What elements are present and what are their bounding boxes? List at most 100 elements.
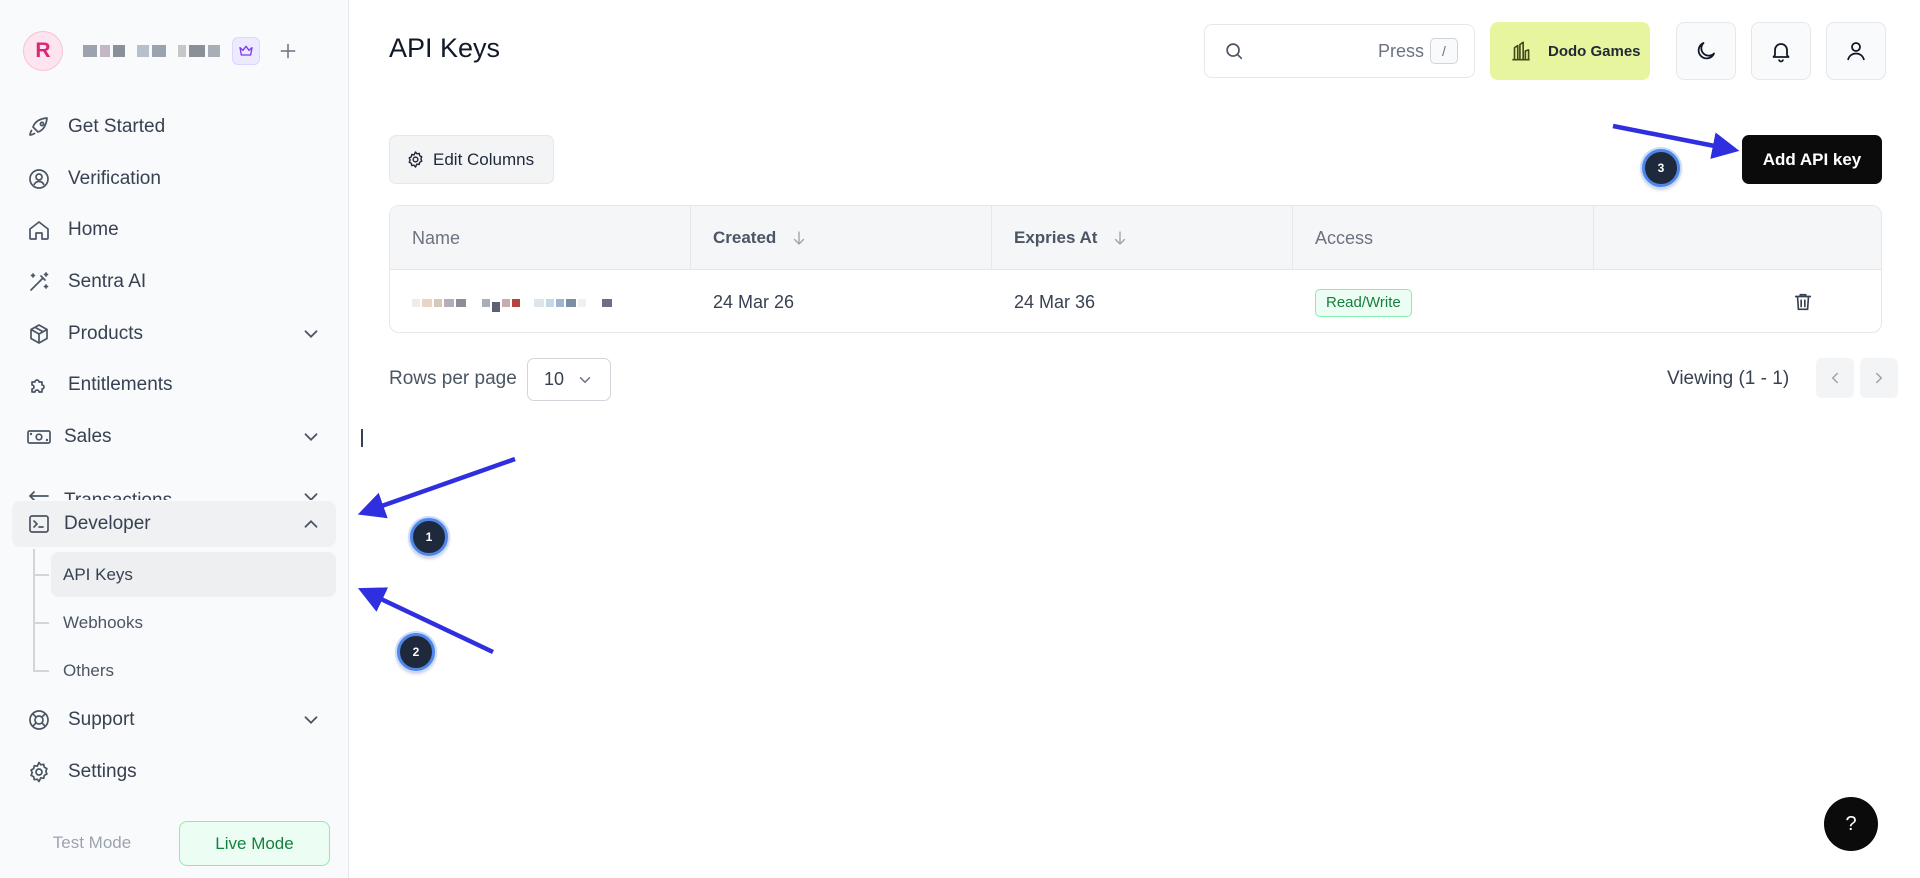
- sidebar-item-verification[interactable]: Verification: [12, 156, 336, 202]
- sidebar-item-label: Home: [68, 219, 119, 240]
- sidebar-item-entitlements[interactable]: Entitlements: [12, 362, 336, 408]
- sidebar-item-label: Support: [68, 709, 135, 730]
- chevron-down-icon: [304, 493, 318, 500]
- annotation-arrow-3: [1612, 123, 1740, 159]
- add-api-key-button[interactable]: Add API key: [1742, 135, 1882, 184]
- profile-button[interactable]: [1826, 22, 1886, 80]
- submenu-tick: [33, 574, 49, 576]
- chevron-right-icon: [1876, 372, 1883, 384]
- sidebar-item-transactions[interactable]: Transactions: [12, 466, 336, 500]
- gear-icon: [26, 759, 52, 785]
- magic-wand-icon: [26, 269, 52, 295]
- sidebar-subitem-others[interactable]: Others: [51, 648, 336, 693]
- sidebar-item-label: Products: [68, 323, 143, 344]
- search-input[interactable]: Press /: [1204, 24, 1475, 78]
- access-cell: Read/Write: [1293, 271, 1412, 332]
- access-badge: Read/Write: [1315, 288, 1412, 317]
- sidebar-item-label: Verification: [68, 168, 161, 189]
- table-header: Name Created Expries At Access: [390, 206, 1881, 270]
- annotation-step-3: 3: [1642, 149, 1680, 187]
- column-header-created[interactable]: Created: [691, 206, 992, 270]
- sidebar-item-support[interactable]: Support: [12, 697, 336, 743]
- sidebar-item-sales[interactable]: Sales: [12, 414, 336, 460]
- gear-icon: [408, 151, 423, 168]
- delete-key-icon[interactable]: [1792, 291, 1814, 313]
- live-mode-toggle[interactable]: Live Mode: [179, 821, 330, 866]
- workspace-switcher[interactable]: R: [23, 31, 328, 71]
- chevron-down-icon: [579, 377, 591, 384]
- brand-logo-icon: [1512, 41, 1530, 61]
- search-shortcut-key: /: [1430, 38, 1458, 64]
- sidebar-item-developer[interactable]: Developer: [12, 501, 336, 547]
- column-header-expires[interactable]: Expries At: [992, 206, 1293, 270]
- sidebar-item-sentra-ai[interactable]: Sentra AI: [12, 259, 336, 305]
- theme-toggle-button[interactable]: [1676, 22, 1736, 80]
- next-page-button[interactable]: [1860, 358, 1898, 398]
- rows-per-page-select[interactable]: 10: [527, 358, 611, 401]
- user-icon: [1847, 42, 1865, 61]
- api-key-name-redacted: [390, 271, 691, 332]
- sidebar-item-label: Transactions: [64, 490, 172, 500]
- annotation-step-2: 2: [397, 633, 435, 671]
- moon-icon: [1697, 42, 1715, 60]
- search-icon: [1226, 43, 1243, 60]
- rows-per-page-label: Rows per page: [389, 368, 517, 389]
- sidebar: R Get Started Verification Home Sentra A…: [0, 0, 349, 878]
- chevron-down-icon: [304, 433, 318, 442]
- brand-switcher[interactable]: Dodo Games: [1490, 22, 1650, 80]
- column-label: Access: [1315, 227, 1374, 248]
- chevron-down-icon: [304, 716, 318, 725]
- chevron-up-icon: [304, 519, 318, 528]
- viewing-range: Viewing (1 - 1): [1667, 368, 1790, 389]
- column-label: Name: [412, 227, 461, 248]
- sidebar-item-label: Sentra AI: [68, 271, 147, 292]
- edit-columns-button[interactable]: Edit Columns: [389, 135, 554, 184]
- column-label: Created: [713, 228, 777, 247]
- api-key-expires: 24 Mar 36: [1014, 292, 1096, 312]
- annotation-step-1: 1: [410, 518, 448, 556]
- rows-per-page-value: 10: [544, 369, 565, 389]
- test-mode-toggle[interactable]: Test Mode: [28, 821, 156, 865]
- sidebar-item-home[interactable]: Home: [12, 207, 336, 253]
- lifebuoy-icon: [26, 707, 52, 733]
- terminal-icon: [26, 511, 52, 537]
- previous-page-button[interactable]: [1816, 358, 1854, 398]
- sort-arrow-down-icon[interactable]: [790, 229, 808, 247]
- help-button[interactable]: ?: [1824, 797, 1878, 851]
- box-icon: [26, 321, 52, 347]
- sidebar-item-get-started[interactable]: Get Started: [12, 104, 336, 150]
- notifications-button[interactable]: [1751, 22, 1811, 80]
- submenu-tick: [33, 622, 49, 624]
- column-label: Expries At: [1014, 228, 1098, 247]
- search-hint-text: Press: [1377, 40, 1424, 61]
- search-hint: Press /: [1378, 38, 1458, 64]
- column-header-name[interactable]: Name: [390, 206, 691, 270]
- sidebar-item-label: Get Started: [68, 116, 166, 137]
- sidebar-item-settings[interactable]: Settings: [12, 749, 336, 795]
- chevron-left-icon: [1831, 372, 1838, 384]
- add-workspace-icon[interactable]: [274, 37, 302, 65]
- sidebar-subitem-api-keys[interactable]: API Keys: [51, 552, 336, 597]
- rocket-icon: [26, 114, 52, 140]
- workspace-name-redacted: [83, 43, 220, 59]
- bell-icon: [1772, 43, 1790, 63]
- api-key-created: 24 Mar 26: [713, 292, 795, 312]
- transactions-icon: [26, 486, 52, 500]
- annotation-arrow-1: [357, 456, 516, 519]
- sidebar-item-label: Settings: [68, 761, 137, 782]
- sort-arrow-down-icon[interactable]: [1111, 229, 1129, 247]
- home-icon: [26, 217, 52, 243]
- column-header-access[interactable]: Access: [1293, 206, 1594, 270]
- submenu-guide-line: [33, 549, 35, 671]
- api-keys-table: Name Created Expries At Access 24 Mar 26…: [389, 205, 1882, 333]
- chevron-down-icon: [304, 330, 318, 339]
- table-row[interactable]: 24 Mar 26 24 Mar 36 Read/Write: [390, 271, 1881, 332]
- money-icon: [26, 424, 52, 450]
- sidebar-subitem-webhooks[interactable]: Webhooks: [51, 600, 336, 645]
- submenu-tick: [33, 670, 49, 672]
- sidebar-item-label: Entitlements: [68, 374, 173, 395]
- puzzle-icon: [26, 372, 52, 398]
- sidebar-item-products[interactable]: Products: [12, 311, 336, 357]
- edit-columns-label: Edit Columns: [433, 149, 535, 169]
- avatar[interactable]: R: [23, 31, 63, 71]
